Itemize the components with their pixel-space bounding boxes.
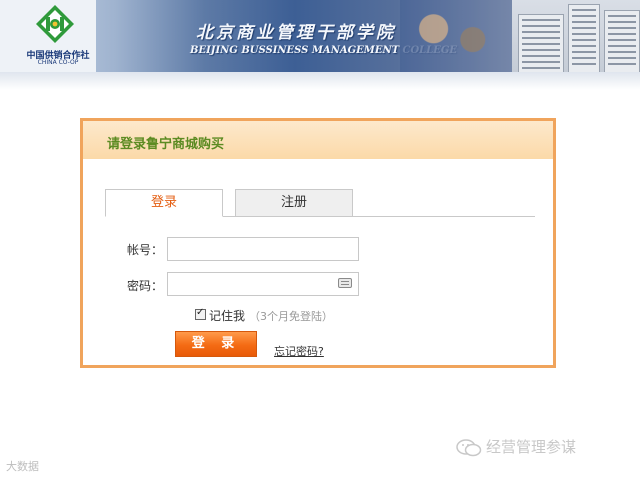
wechat-icon xyxy=(456,438,482,456)
panel-title: 请登录鲁宁商城购买 xyxy=(107,137,225,152)
login-panel: 请登录鲁宁商城购买 登录 注册 帐号： 密码： 记住我 （3个月免登陆） 登 录… xyxy=(80,118,556,368)
college-name-cn: 北京商业管理干部学院 xyxy=(196,23,396,43)
remember-me-hint: （3个月免登陆） xyxy=(249,310,333,323)
tab-login[interactable]: 登录 xyxy=(105,189,223,217)
account-label: 帐号： xyxy=(126,243,163,257)
corner-watermark: 大数据 xyxy=(6,460,39,473)
wechat-watermark: 经营管理参谋 xyxy=(456,436,576,456)
header-banner: 中国供销合作社 CHINA CO-OP 北京商业管理干部学院 BEIJING B… xyxy=(0,0,640,72)
keyboard-icon[interactable] xyxy=(338,278,352,288)
banner-photo xyxy=(400,0,512,72)
banner-fade xyxy=(0,72,640,90)
campus-buildings-image xyxy=(512,0,640,72)
coop-name-en: CHINA CO-OP xyxy=(37,59,79,66)
panel-header: 请登录鲁宁商城购买 xyxy=(83,121,553,159)
tab-register[interactable]: 注册 xyxy=(235,189,353,217)
forgot-password-link[interactable]: 忘记密码? xyxy=(274,343,324,359)
remember-me-label[interactable]: 记住我 xyxy=(209,307,245,324)
account-input[interactable] xyxy=(167,237,359,261)
password-label: 密码： xyxy=(126,279,163,293)
password-input[interactable] xyxy=(167,272,359,296)
login-button[interactable]: 登 录 xyxy=(175,331,257,357)
china-coop-logo-icon xyxy=(36,5,74,43)
wechat-account-name: 经营管理参谋 xyxy=(486,438,577,456)
remember-me-checkbox[interactable] xyxy=(195,307,206,320)
